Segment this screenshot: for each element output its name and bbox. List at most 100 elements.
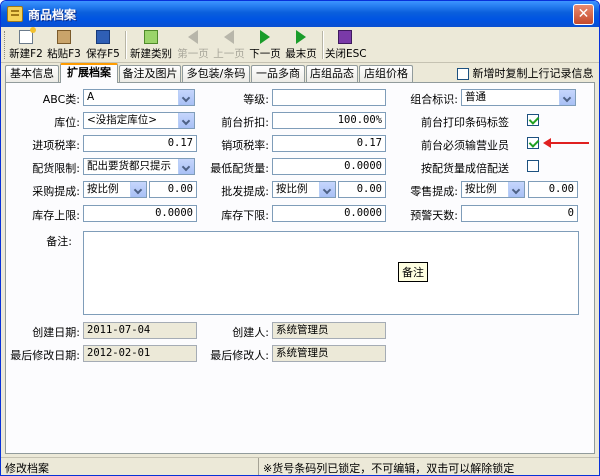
chevron-down-icon[interactable] [178, 90, 194, 105]
new-category-button-label: 新建类别 [130, 48, 172, 60]
front-discount-label: 前台折扣: [221, 116, 269, 129]
input-tax-label: 进项税率: [32, 139, 80, 152]
modifier-label: 最后修改人: [210, 349, 269, 362]
retail-commission-value: 0.00 [548, 183, 574, 195]
modifier-field: 系统管理员 [272, 345, 386, 362]
location-value: <没指定库位> [87, 114, 158, 126]
wholesale-commission-mode-select[interactable]: 按比例 [272, 181, 336, 198]
status-bar: 修改档案 ※货号条码列已锁定，不可编辑，双击可以解除锁定 [1, 457, 599, 475]
copy-previous-record-option[interactable]: 新增时复制上行记录信息 [457, 65, 594, 81]
tab-extended-archive[interactable]: 扩展档案 [60, 63, 118, 83]
save-button[interactable]: 保存F5 [85, 29, 121, 61]
next-page-button-label: 下一页 [249, 48, 281, 60]
paste-button-label: 粘贴F3 [47, 48, 81, 60]
tab-remarks-images[interactable]: 备注及图片 [119, 65, 181, 82]
modified-date-value: 2012-02-01 [87, 347, 151, 359]
tab-basic-info[interactable]: 基本信息 [5, 65, 59, 82]
stock-max-input[interactable]: 0.0000 [83, 205, 197, 222]
input-tax-value: 0.17 [167, 137, 193, 149]
retail-commission-mode-select[interactable]: 按比例 [461, 181, 525, 198]
print-barcode-checkbox[interactable] [527, 114, 539, 126]
warning-days-label: 预警天数: [410, 209, 458, 222]
tab-store-group-status[interactable]: 店组品态 [306, 65, 358, 82]
chevron-down-icon[interactable] [559, 90, 575, 105]
grade-label: 等级: [243, 93, 269, 106]
title-bar[interactable]: 商品档案 ✕ [1, 1, 599, 27]
purchase-commission-value: 0.00 [167, 183, 193, 195]
save-icon [96, 30, 110, 44]
created-date-value: 2011-07-04 [87, 324, 151, 336]
delivery-limit-select[interactable]: 配出要货都只提示 [83, 158, 195, 175]
tab-store-group-price[interactable]: 店组价格 [359, 65, 413, 82]
min-delivery-input[interactable]: 0.0000 [272, 158, 386, 175]
output-tax-label: 销项税率: [221, 139, 269, 152]
previous-page-button[interactable]: 上一页 [212, 29, 246, 61]
print-barcode-label: 前台打印条码标签 [421, 116, 509, 129]
purchase-commission-mode: 按比例 [87, 183, 119, 195]
multiple-delivery-checkbox[interactable] [527, 160, 539, 172]
purchase-commission-input[interactable]: 0.00 [149, 181, 197, 198]
close-button[interactable]: 关闭ESC [325, 29, 367, 61]
wholesale-commission-value: 0.00 [356, 183, 382, 195]
chevron-down-icon[interactable] [178, 159, 194, 174]
wholesale-commission-label: 批发提成: [221, 185, 269, 198]
window-close-button[interactable]: ✕ [573, 4, 594, 25]
purchase-commission-label: 采购提成: [32, 185, 80, 198]
wholesale-commission-input[interactable]: 0.00 [338, 181, 386, 198]
wholesale-commission-mode: 按比例 [276, 183, 308, 195]
front-discount-input[interactable]: 100.00% [272, 112, 386, 129]
modifier-value: 系统管理员 [276, 347, 329, 359]
annotation-arrow-icon [543, 138, 589, 148]
product-archive-window: 商品档案 ✕ 新建F2 粘贴F3 保存F5 新建类别 第一页 上一页 下一页 最… [0, 0, 600, 476]
min-delivery-label: 最低配货量: [210, 162, 269, 175]
save-button-label: 保存F5 [86, 48, 120, 60]
toolbar-grip[interactable] [4, 31, 7, 59]
stock-min-value: 0.0000 [344, 207, 382, 219]
remark-textarea[interactable] [83, 231, 579, 315]
toolbar-separator [322, 31, 324, 59]
last-page-icon [296, 30, 306, 44]
abc-class-label: ABC类: [42, 93, 80, 106]
created-date-field: 2011-07-04 [83, 322, 197, 339]
must-enter-clerk-checkbox[interactable] [527, 137, 539, 149]
grade-input[interactable] [272, 89, 386, 106]
retail-commission-label: 零售提成: [410, 185, 458, 198]
stock-max-value: 0.0000 [155, 207, 193, 219]
output-tax-input[interactable]: 0.17 [272, 135, 386, 152]
retail-commission-input[interactable]: 0.00 [528, 181, 578, 198]
toolbar-separator [125, 31, 127, 59]
copy-previous-record-checkbox[interactable] [457, 68, 469, 80]
chevron-down-icon[interactable] [178, 113, 194, 128]
first-page-button[interactable]: 第一页 [176, 29, 210, 61]
last-page-button[interactable]: 最末页 [284, 29, 318, 61]
tab-multi-supplier[interactable]: 一品多商 [251, 65, 305, 82]
purchase-commission-mode-select[interactable]: 按比例 [83, 181, 147, 198]
creator-value: 系统管理员 [276, 324, 329, 336]
chevron-down-icon[interactable] [319, 182, 335, 197]
first-page-icon [188, 30, 198, 44]
delivery-limit-label: 配货限制: [32, 162, 80, 175]
paste-button[interactable]: 粘贴F3 [46, 29, 82, 61]
abc-class-select[interactable]: A [83, 89, 195, 106]
remark-label: 备注: [46, 235, 72, 248]
group-flag-select[interactable]: 普通 [461, 89, 576, 106]
next-page-button[interactable]: 下一页 [248, 29, 282, 61]
warning-days-value: 0 [567, 207, 574, 219]
output-tax-value: 0.17 [356, 137, 382, 149]
app-icon [7, 6, 23, 22]
min-delivery-value: 0.0000 [344, 160, 382, 172]
stock-min-input[interactable]: 0.0000 [272, 205, 386, 222]
warning-days-input[interactable]: 0 [461, 205, 578, 222]
chevron-down-icon[interactable] [508, 182, 524, 197]
paste-icon [57, 30, 71, 44]
stock-max-label: 库存上限: [32, 209, 80, 222]
creator-label: 创建人: [232, 326, 269, 339]
chevron-down-icon[interactable] [130, 182, 146, 197]
front-discount-value: 100.00% [337, 114, 382, 126]
input-tax-input[interactable]: 0.17 [83, 135, 197, 152]
new-button[interactable]: 新建F2 [9, 27, 43, 61]
location-select[interactable]: <没指定库位> [83, 112, 195, 129]
tab-multi-pack-barcode[interactable]: 多包装/条码 [182, 65, 250, 82]
group-flag-label: 组合标识: [410, 93, 458, 106]
new-category-button[interactable]: 新建类别 [128, 29, 174, 61]
